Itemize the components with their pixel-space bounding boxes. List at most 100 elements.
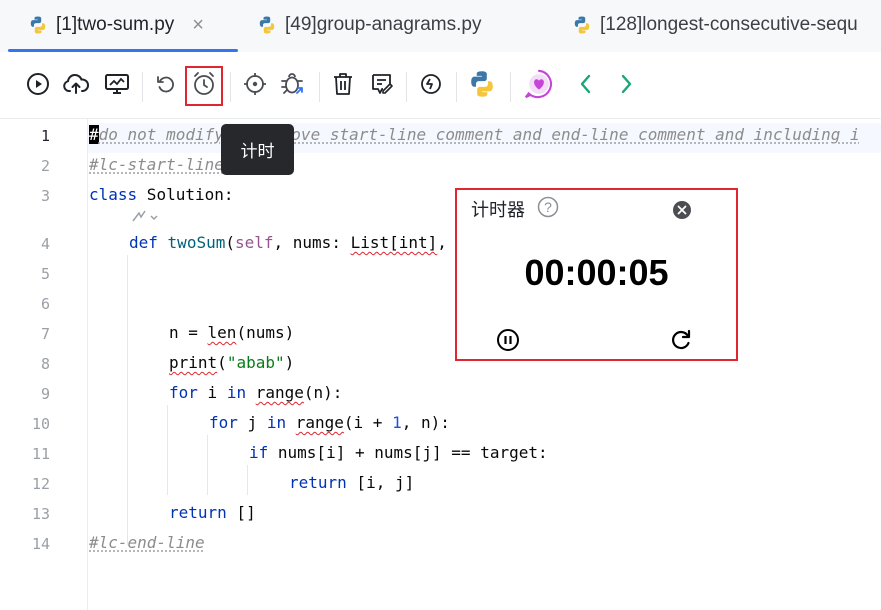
code-text: [i, j] — [346, 473, 415, 492]
keyword: in — [266, 413, 287, 432]
python-file-icon — [574, 16, 590, 34]
tab-label: [128]longest-consecutive-sequ — [600, 14, 858, 35]
text-cursor: # — [89, 125, 99, 144]
heart-chat-icon — [524, 69, 552, 99]
help-glyph: ? — [544, 199, 552, 215]
timer-tooltip: 计时 — [221, 124, 294, 175]
undo-button[interactable] — [150, 68, 182, 100]
class-name: Solution: — [137, 185, 234, 204]
code-line-8: print("abab") — [169, 353, 294, 372]
line-number: 8 — [40, 355, 50, 373]
code-line-7: n = len(nums) — [169, 323, 294, 342]
code-line-1: #do not modify or remove start-line comm… — [89, 125, 860, 144]
keyword: for — [169, 383, 198, 402]
code-text: nums[i] + nums[j] == target: — [268, 443, 548, 462]
pause-icon[interactable] — [496, 328, 520, 352]
code-line-10: for j in range(i + 1, n): — [209, 413, 450, 432]
code-text: n = — [169, 323, 208, 342]
locate-button[interactable] — [239, 68, 271, 100]
timer-panel: 计时器 ? 00:00:05 — [455, 188, 738, 361]
bug-icon — [281, 73, 303, 94]
chevron-right-icon — [621, 74, 632, 94]
comment: #lc-end-line — [89, 533, 205, 552]
number-literal: 1 — [392, 413, 402, 432]
comment: do not modify or remove start-line comme… — [98, 125, 860, 144]
code-line-4: def twoSum(self, nums: List[int], — [129, 233, 447, 252]
line-number: 6 — [40, 295, 50, 313]
toolbar — [0, 52, 881, 119]
code-editor[interactable]: 1 2 3 4 5 6 7 8 9 10 11 12 13 14 #do not… — [0, 119, 881, 610]
keyword: class — [89, 185, 138, 204]
run-button[interactable] — [22, 68, 54, 100]
ai-assist-icon[interactable] — [131, 209, 159, 225]
line-number: 4 — [40, 235, 50, 253]
python-file-icon — [30, 16, 46, 34]
builtin: range — [295, 413, 344, 432]
self-param: self — [234, 233, 274, 252]
code-line-3: class Solution: — [89, 185, 234, 204]
tab-two-sum[interactable]: [1]two-sum.py × — [28, 0, 204, 50]
next-button[interactable] — [610, 68, 642, 100]
close-icon[interactable] — [672, 200, 692, 220]
type-hint: List[int] — [350, 233, 438, 252]
code-line-2: #lc-start-line — [89, 155, 224, 174]
python-file-icon — [259, 16, 275, 34]
code-text: j — [237, 413, 267, 432]
keyword: def — [129, 233, 158, 252]
line-number: 5 — [40, 265, 50, 283]
code-line-9: for i in range(n): — [169, 383, 342, 402]
code-line-13: return [] — [169, 503, 256, 522]
code-text: ) — [284, 353, 295, 372]
crosshair-icon — [244, 73, 266, 95]
builtin: print — [169, 353, 218, 372]
debug-button[interactable] — [278, 68, 310, 100]
chevron-left-icon — [580, 74, 591, 94]
history-button[interactable] — [415, 68, 447, 100]
code-text: , n): — [401, 413, 450, 432]
python-icon — [471, 71, 493, 97]
code-text: [] — [226, 503, 256, 522]
timer-button-highlight — [185, 66, 223, 106]
tab-label: [49]group-anagrams.py — [285, 14, 482, 35]
line-number: 1 — [40, 127, 50, 145]
tab-longest-consecutive[interactable]: [128]longest-consecutive-sequ — [572, 0, 858, 50]
note-button[interactable] — [366, 68, 398, 100]
keyword: return — [289, 473, 347, 492]
delete-button[interactable] — [327, 68, 359, 100]
code-line-11: if nums[i] + nums[j] == target: — [249, 443, 548, 462]
builtin: len — [207, 323, 237, 342]
tab-close-icon[interactable]: × — [192, 15, 204, 35]
code-line-12: return [i, j] — [289, 473, 414, 492]
function-name: twoSum — [167, 233, 226, 252]
monitor-button[interactable] — [101, 68, 133, 100]
previous-button[interactable] — [570, 68, 602, 100]
keyword: if — [249, 443, 269, 462]
params-end: , — [437, 233, 447, 252]
tab-group-anagrams[interactable]: [49]group-anagrams.py — [257, 0, 481, 50]
params: , nums: — [273, 233, 351, 252]
line-number: 3 — [40, 187, 50, 205]
line-number: 10 — [31, 415, 50, 433]
comment: #lc-start-line — [89, 155, 224, 174]
python-button[interactable] — [466, 68, 498, 100]
timer-display: 00:00:05 — [524, 252, 669, 293]
favorite-button[interactable] — [523, 68, 555, 100]
code-text: (n): — [303, 383, 343, 402]
line-number: 11 — [31, 445, 50, 463]
reset-icon[interactable] — [669, 328, 693, 352]
line-number: 14 — [31, 535, 50, 553]
timer-title: 计时器 — [471, 200, 525, 220]
monitor-icon — [105, 74, 129, 94]
upload-button[interactable] — [60, 68, 92, 100]
code-text: (nums) — [236, 323, 295, 342]
help-icon[interactable]: ? — [537, 196, 559, 218]
keyword: return — [169, 503, 227, 522]
code-text: i — [197, 383, 227, 402]
builtin: range — [255, 383, 304, 402]
history-icon — [421, 74, 441, 94]
line-number: 13 — [31, 505, 50, 523]
code-line-14: #lc-end-line — [89, 533, 205, 552]
run-icon — [27, 73, 49, 95]
